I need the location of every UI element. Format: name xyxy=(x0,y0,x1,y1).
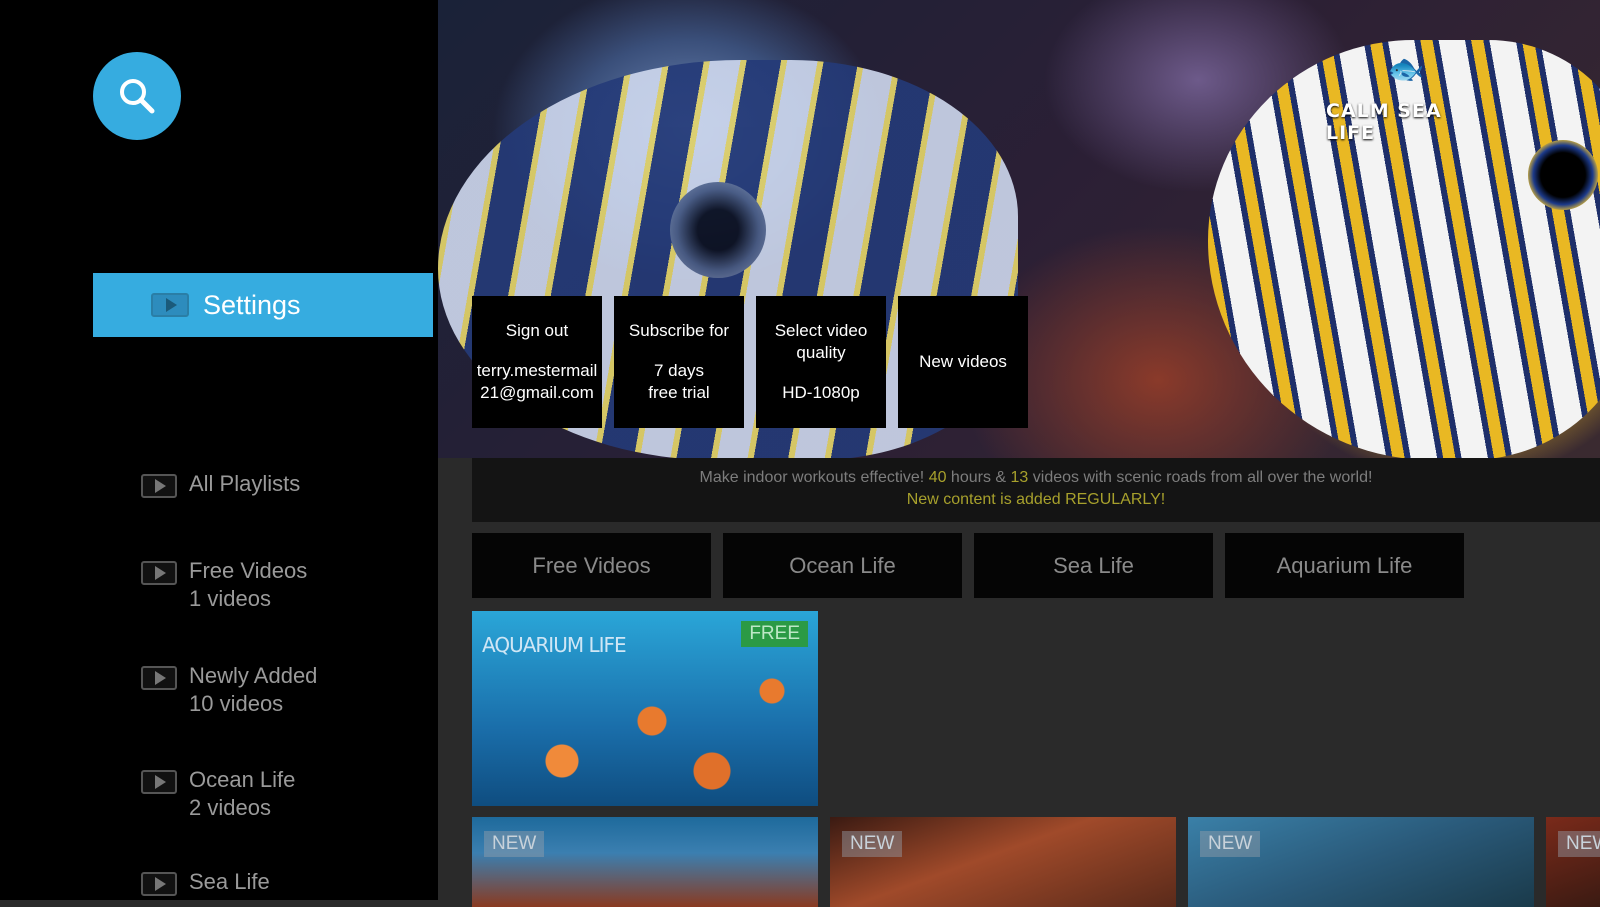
promo-text: videos with scenic roads from all over t… xyxy=(1028,469,1373,486)
category-sea-life[interactable]: Sea Life xyxy=(974,533,1213,598)
play-icon xyxy=(141,561,177,585)
tile-title: Subscribe for xyxy=(628,321,730,340)
promo-line-2: New content is added REGULARLY! xyxy=(906,491,1166,508)
play-icon xyxy=(141,666,177,690)
hero-banner: 🐟 CALM SEA LIFE Sign out terry.mestermai… xyxy=(438,0,1600,458)
tile-title: New videos xyxy=(919,352,1007,371)
account-email: terry.mestermail21@gmail.com xyxy=(476,361,598,402)
sidebar-item-label: Settings xyxy=(203,289,301,320)
sidebar-item-sea-life[interactable]: Sea Life xyxy=(141,868,270,896)
video-quality-button[interactable]: Select video quality HD-1080p xyxy=(756,296,886,428)
play-icon xyxy=(151,293,189,317)
free-badge: FREE xyxy=(741,621,808,647)
sidebar-item-settings[interactable]: Settings xyxy=(93,273,433,337)
playlist-count: 2 videos xyxy=(189,795,271,820)
app-logo: 🐟 CALM SEA LIFE xyxy=(1326,50,1486,150)
promo-hours: 40 xyxy=(928,469,947,486)
category-tabs: Free Videos Ocean Life Sea Life Aquarium… xyxy=(472,533,1464,598)
promo-text: Make indoor workouts effective! xyxy=(699,469,929,486)
category-aquarium-life[interactable]: Aquarium Life xyxy=(1225,533,1464,598)
promo-text: hours & xyxy=(946,469,1011,486)
new-videos-button[interactable]: New videos xyxy=(898,296,1028,428)
promo-video-count: 13 xyxy=(1010,469,1029,486)
play-icon xyxy=(141,474,177,498)
tile-title: Select video quality xyxy=(774,321,868,362)
search-button[interactable] xyxy=(93,52,181,140)
playlist-title: Ocean Life xyxy=(189,767,296,792)
video-thumbnail[interactable]: NEW xyxy=(1546,817,1600,907)
thumbnail-title: AQUARIUM LIFE xyxy=(482,633,627,657)
play-icon xyxy=(141,872,177,896)
promo-banner: Make indoor workouts effective! 40 hours… xyxy=(472,458,1600,522)
quality-value: HD-1080p xyxy=(782,383,860,402)
playlist-title: Newly Added xyxy=(189,663,318,688)
category-free-videos[interactable]: Free Videos xyxy=(472,533,711,598)
sidebar-item-all-playlists[interactable]: All Playlists xyxy=(141,470,300,498)
search-icon xyxy=(120,79,155,114)
playlist-title: All Playlists xyxy=(189,471,301,496)
playlist-count: 10 videos xyxy=(189,691,284,716)
new-badge: NEW xyxy=(1200,831,1261,857)
play-icon xyxy=(141,770,177,794)
sign-out-button[interactable]: Sign out terry.mestermail21@gmail.com xyxy=(472,296,602,428)
subscribe-button[interactable]: Subscribe for 7 days free trial xyxy=(614,296,744,428)
category-ocean-life[interactable]: Ocean Life xyxy=(723,533,962,598)
sidebar-item-ocean-life[interactable]: Ocean Life 2 videos xyxy=(141,766,295,822)
settings-tiles: Sign out terry.mestermail21@gmail.com Su… xyxy=(472,296,1028,428)
video-thumbnail[interactable]: NEW xyxy=(830,817,1176,907)
new-badge: NEW xyxy=(1558,831,1600,857)
sidebar-item-free-videos[interactable]: Free Videos 1 videos xyxy=(141,557,307,613)
sidebar-item-newly-added[interactable]: Newly Added 10 videos xyxy=(141,662,317,718)
trial-length: 7 days xyxy=(653,361,705,380)
tile-title: Sign out xyxy=(505,321,569,340)
playlist-title: Sea Life xyxy=(189,869,270,894)
new-badge: NEW xyxy=(842,831,903,857)
video-thumbnail[interactable]: NEW xyxy=(1188,817,1534,907)
video-thumbnail-aquarium-life[interactable]: AQUARIUM LIFE FREE xyxy=(472,611,818,806)
playlist-title: Free Videos xyxy=(189,558,308,583)
video-thumbnail[interactable]: NEW xyxy=(472,817,818,907)
sidebar: Settings All Playlists Free Videos 1 vid… xyxy=(0,0,438,900)
fish-logo-icon: 🐟 xyxy=(1387,53,1425,86)
playlist-count: 1 videos xyxy=(189,586,271,611)
trial-label: free trial xyxy=(648,383,710,402)
logo-text: CALM SEA LIFE xyxy=(1326,100,1442,144)
new-badge: NEW xyxy=(484,831,545,857)
promo-line-1: Make indoor workouts effective! 40 hours… xyxy=(472,467,1600,489)
